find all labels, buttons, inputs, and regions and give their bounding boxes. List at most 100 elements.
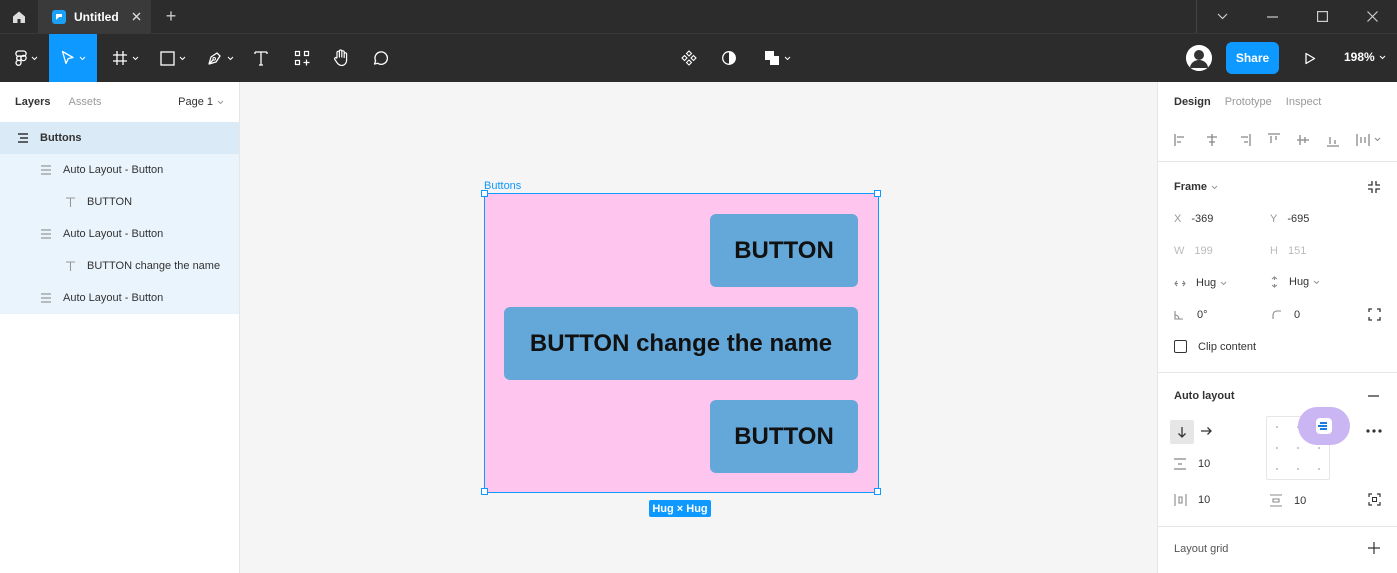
rectangle-icon — [160, 50, 175, 66]
layer-auto-layout-button-3[interactable]: Auto Layout - Button — [0, 282, 239, 314]
rotation-icon — [1174, 311, 1183, 320]
corner-radius-field[interactable]: 0 — [1272, 309, 1300, 321]
direction-vertical-button[interactable] — [1170, 420, 1194, 444]
independent-corners-icon[interactable] — [1368, 308, 1381, 321]
frame-type-dropdown[interactable]: Frame — [1174, 181, 1218, 193]
horizontal-resizing-dropdown[interactable]: Hug — [1174, 277, 1227, 289]
home-icon[interactable] — [0, 0, 38, 33]
layer-text-button-1[interactable]: BUTTON — [0, 186, 239, 218]
layer-auto-layout-button-1[interactable]: Auto Layout - Button — [0, 154, 239, 186]
resize-handle-tr[interactable] — [874, 190, 881, 197]
resize-handle-tl[interactable] — [481, 190, 488, 197]
align-horizontal-center-icon[interactable] — [1205, 133, 1219, 146]
collapse-icon[interactable] — [1367, 180, 1381, 194]
layer-label: BUTTON change the name — [87, 260, 221, 272]
text-layer-icon — [63, 260, 77, 272]
align-right-icon[interactable] — [1237, 133, 1251, 146]
pen-tool-button[interactable] — [200, 34, 240, 82]
y-field[interactable]: Y -695 — [1270, 213, 1309, 225]
close-window-icon[interactable] — [1347, 0, 1397, 33]
alignment-toolbar — [1158, 122, 1397, 162]
tab-layers[interactable]: Layers — [15, 96, 50, 108]
maximize-icon[interactable] — [1297, 0, 1347, 33]
layer-label: Auto Layout - Button — [63, 228, 164, 240]
rotation-field[interactable]: 0° — [1174, 309, 1208, 321]
frame-tool-button[interactable] — [106, 34, 144, 82]
close-tab-icon[interactable] — [132, 12, 141, 21]
assistant-widget-icon[interactable] — [1298, 407, 1350, 445]
text-tool-button[interactable] — [249, 34, 273, 82]
main-menu-button[interactable] — [8, 34, 44, 82]
canvas-button-1[interactable]: BUTTON — [710, 214, 858, 287]
x-field[interactable]: X -369 — [1174, 213, 1213, 225]
horizontal-resizing-value: Hug — [1196, 277, 1217, 289]
tab-inspect[interactable]: Inspect — [1286, 96, 1321, 108]
canvas-button-3[interactable]: BUTTON — [710, 400, 858, 473]
layer-label: Auto Layout - Button — [63, 292, 164, 304]
layer-buttons-frame[interactable]: Buttons — [0, 122, 239, 154]
comment-tool-button[interactable] — [368, 34, 392, 82]
auto-layout-icon — [39, 229, 53, 239]
clip-content-checkbox[interactable]: Clip content — [1174, 340, 1256, 353]
item-spacing-value: 10 — [1198, 458, 1211, 470]
distribute-icon[interactable] — [1356, 133, 1381, 146]
w-field[interactable]: W 199 — [1174, 245, 1213, 257]
move-tool-button[interactable] — [49, 34, 97, 82]
tab-prototype[interactable]: Prototype — [1225, 96, 1272, 108]
horizontal-padding-field[interactable]: 10 — [1174, 494, 1210, 506]
add-layout-grid-icon[interactable] — [1368, 542, 1380, 554]
figma-file-icon — [52, 9, 66, 24]
zoom-dropdown[interactable]: 198% — [1344, 50, 1386, 64]
layer-text-button-2[interactable]: BUTTON change the name — [0, 250, 239, 282]
shape-tool-button[interactable] — [154, 34, 192, 82]
h-field[interactable]: H 151 — [1270, 245, 1306, 257]
item-spacing-field[interactable]: 10 — [1174, 458, 1210, 470]
resize-handle-bl[interactable] — [481, 488, 488, 495]
align-left-icon[interactable] — [1174, 133, 1188, 146]
spacing-vertical-icon — [1174, 458, 1186, 470]
frame-name-label[interactable]: Buttons — [484, 180, 521, 192]
hand-tool-button[interactable] — [329, 34, 353, 82]
vertical-resizing-dropdown[interactable]: Hug — [1270, 276, 1320, 288]
align-top-icon[interactable] — [1267, 132, 1280, 147]
checkbox-icon — [1174, 340, 1187, 353]
direction-horizontal-button[interactable] — [1200, 426, 1212, 436]
clip-content-label: Clip content — [1198, 340, 1257, 353]
tab-assets[interactable]: Assets — [68, 96, 101, 108]
vertical-padding-field[interactable]: 10 — [1270, 494, 1306, 507]
minimize-icon[interactable] — [1247, 0, 1297, 33]
present-button[interactable] — [1298, 34, 1322, 82]
frame-section-title: Frame — [1174, 181, 1208, 193]
more-options-icon[interactable] — [1366, 429, 1382, 433]
individual-padding-icon[interactable] — [1368, 493, 1381, 506]
canvas-button-2[interactable]: BUTTON change the name — [504, 307, 858, 380]
horizontal-padding-value: 10 — [1198, 494, 1211, 506]
page-selector[interactable]: Page 1 — [178, 96, 224, 108]
share-button[interactable]: Share — [1226, 42, 1279, 74]
text-icon — [254, 51, 268, 66]
rotation-value: 0° — [1197, 309, 1208, 321]
arrow-down-icon — [1178, 427, 1186, 438]
avatar[interactable] — [1186, 45, 1212, 71]
component-button[interactable] — [677, 34, 701, 82]
vertical-resizing-value: Hug — [1289, 276, 1310, 288]
resources-tool-button[interactable] — [290, 34, 314, 82]
align-bottom-icon[interactable] — [1326, 133, 1339, 147]
chevron-down-icon[interactable] — [1197, 0, 1247, 33]
chevron-down-icon — [1220, 281, 1227, 285]
buttons-frame[interactable]: BUTTON BUTTON change the name BUTTON — [484, 193, 879, 493]
remove-auto-layout-icon[interactable] — [1368, 395, 1379, 397]
tab-design[interactable]: Design — [1174, 96, 1211, 108]
align-vertical-center-icon[interactable] — [1297, 133, 1310, 147]
mask-button[interactable] — [717, 34, 741, 82]
resize-handle-br[interactable] — [874, 488, 881, 495]
canvas[interactable]: Buttons BUTTON BUTTON change the name BU… — [240, 82, 1157, 573]
chevron-down-icon — [79, 56, 85, 60]
chevron-down-icon — [31, 56, 37, 60]
file-tab[interactable]: Untitled — [38, 0, 151, 33]
y-label: Y — [1270, 213, 1278, 225]
boolean-button[interactable] — [759, 34, 795, 82]
layer-auto-layout-button-2[interactable]: Auto Layout - Button — [0, 218, 239, 250]
vertical-hug-icon — [1271, 276, 1278, 288]
new-tab-button[interactable]: + — [151, 0, 191, 33]
